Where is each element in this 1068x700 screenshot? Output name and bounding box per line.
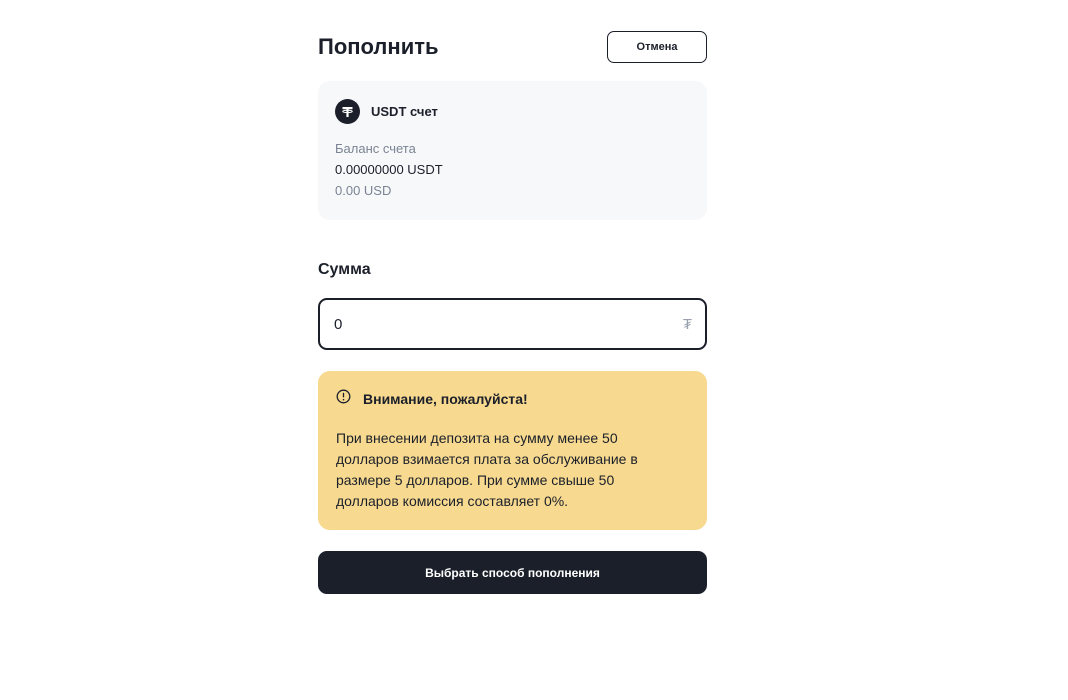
account-header: USDT счет: [335, 98, 690, 124]
cancel-button[interactable]: Отмена: [607, 31, 707, 63]
notice-box: Внимание, пожалуйста! При внесении депоз…: [318, 371, 707, 530]
amount-field[interactable]: ₮: [318, 298, 707, 350]
page-title: Пополнить: [318, 34, 439, 59]
amount-label: Сумма: [318, 261, 371, 278]
tether-icon: [335, 98, 360, 124]
account-name: USDT счет: [371, 103, 438, 119]
tether-currency-icon: ₮: [682, 315, 692, 333]
notice-header: Внимание, пожалуйста!: [336, 389, 690, 409]
notice-title: Внимание, пожалуйста!: [363, 391, 528, 407]
deposit-panel: Пополнить Отмена USDT счет Баланс счета …: [318, 31, 707, 594]
account-card: USDT счет Баланс счета 0.00000000 USDT 0…: [318, 81, 707, 220]
info-circle-icon: [336, 389, 351, 409]
header: Пополнить Отмена: [318, 31, 707, 63]
balance-crypto: 0.00000000 USDT: [335, 162, 443, 177]
amount-input[interactable]: [334, 315, 683, 333]
notice-text: При внесении депозита на сумму менее 50 …: [336, 430, 638, 509]
balance-fiat: 0.00 USD: [335, 183, 392, 198]
choose-deposit-method-button[interactable]: Выбрать способ пополнения: [318, 551, 707, 594]
balance-label: Баланс счета: [335, 141, 416, 156]
